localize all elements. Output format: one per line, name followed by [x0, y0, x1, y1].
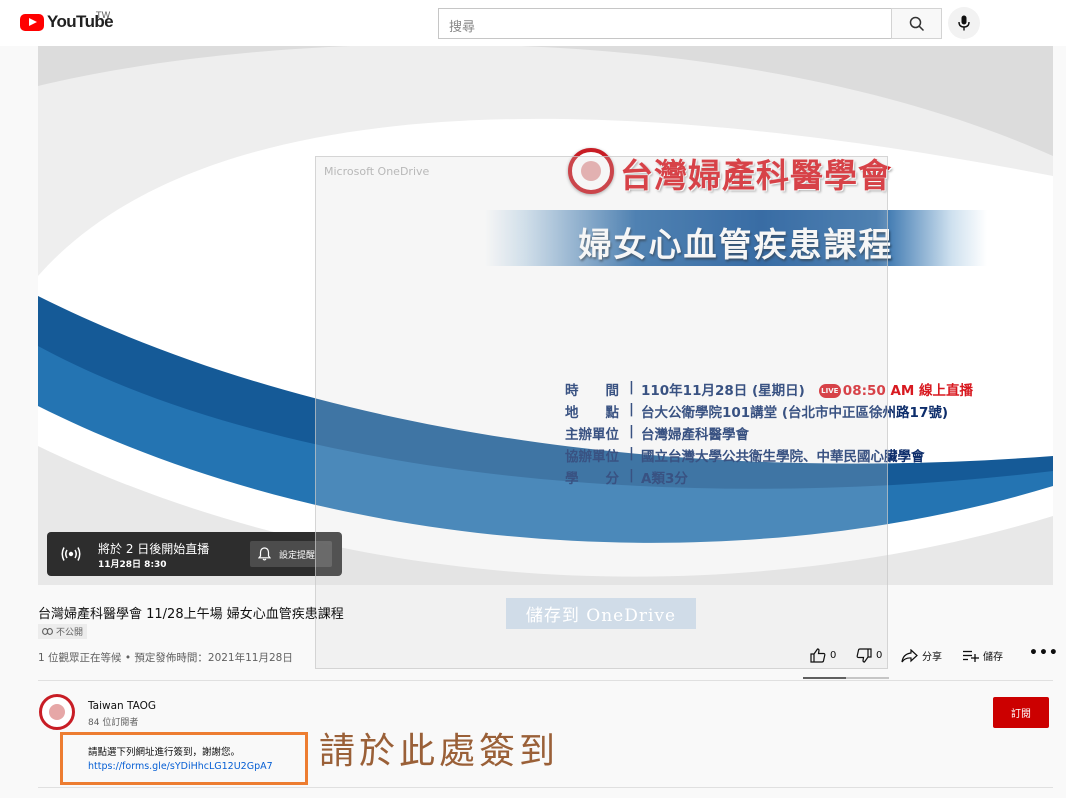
masthead: YouTube TW 搜尋 [0, 0, 1066, 46]
microphone-icon [958, 15, 970, 31]
dislike-button[interactable]: 0 [856, 648, 882, 663]
divider [38, 680, 1053, 681]
save-to-onedrive-button[interactable]: 儲存到 OneDrive [506, 598, 696, 629]
bell-icon [258, 547, 271, 561]
upcoming-live-chip: 將於 2 日後開始直播 11月28日 8:30 設定提醒 [47, 532, 342, 576]
signin-form-link[interactable]: https://forms.gle/sYDiHhcLG12U2GpA7 [88, 761, 273, 772]
share-icon [901, 648, 918, 662]
youtube-play-icon [20, 13, 44, 31]
subscribe-button[interactable]: 訂閱 [993, 697, 1049, 728]
link-icon [42, 628, 53, 635]
video-title: 台灣婦產科醫學會 11/28上午場 婦女心血管疾患課程 [38, 607, 344, 622]
thumbs-up-icon [810, 648, 826, 663]
onedrive-overlay: Microsoft OneDrive [315, 156, 888, 669]
sentiment-bar-fill [803, 677, 846, 679]
like-button[interactable]: 0 [810, 648, 836, 663]
save-label: 儲存 [983, 652, 1003, 663]
description-text: 請點選下列網址進行簽到，謝謝您。 [88, 747, 241, 758]
channel-avatar[interactable] [39, 694, 75, 730]
video-meta: 1 位觀眾正在等候 • 預定發佈時間：2021年11月28日 [38, 652, 293, 664]
live-start-time: 11月28日 8:30 [98, 560, 167, 570]
live-broadcast-icon [61, 547, 81, 561]
playlist-add-icon [963, 650, 979, 662]
set-reminder-label: 設定提醒 [279, 550, 316, 561]
sentiment-bar [803, 677, 889, 679]
channel-name[interactable]: Taiwan TAOG [88, 700, 156, 712]
signin-annotation: 請於此處簽到 [319, 731, 560, 772]
save-button[interactable]: 儲存 [963, 648, 1003, 663]
signin-highlight-box [60, 732, 308, 785]
voice-search-button[interactable] [948, 7, 980, 39]
search-button[interactable] [891, 8, 942, 39]
share-button[interactable]: 分享 [901, 648, 942, 663]
search-icon [909, 16, 924, 31]
share-label: 分享 [922, 652, 942, 663]
search-input[interactable]: 搜尋 [438, 8, 892, 39]
more-actions-button[interactable]: ••• [1029, 645, 1059, 661]
divider [38, 787, 1053, 788]
live-countdown: 將於 2 日後開始直播 [98, 542, 210, 556]
more-icon: ••• [1029, 645, 1059, 661]
privacy-badge: 不公開 [38, 624, 88, 639]
youtube-watch-page: YouTube TW 搜尋 台灣婦產科醫學會 婦女心血管疾患課程 時 間 | 1… [0, 0, 1066, 798]
subscriber-count: 84 位訂閱者 [88, 718, 139, 728]
like-count: 0 [830, 650, 837, 661]
region-code: TW [96, 11, 111, 21]
onedrive-title: Microsoft OneDrive [324, 165, 430, 178]
thumbs-down-icon [856, 648, 872, 663]
dislike-count: 0 [876, 650, 883, 661]
